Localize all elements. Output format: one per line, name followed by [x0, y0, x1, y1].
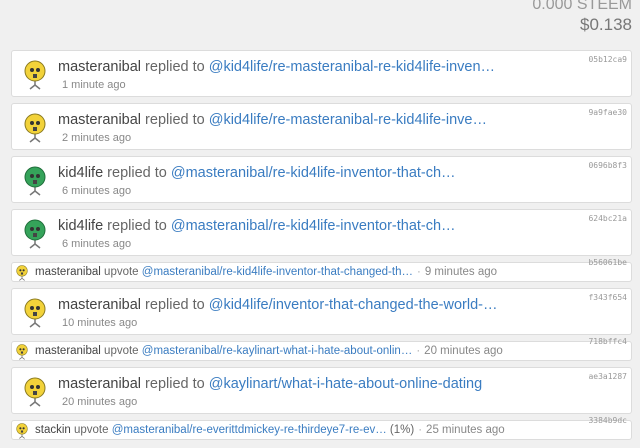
timestamp: 6 minutes ago	[62, 238, 132, 250]
timestamp: 20 minutes ago	[62, 396, 138, 408]
transaction-hash: ae3a1287	[588, 372, 627, 381]
transaction-hash: 624bc21a	[588, 214, 627, 223]
activity-feed: masteranibal replied to @kid4life/re-mas…	[11, 50, 632, 446]
action-text: upvote	[104, 266, 139, 278]
activity-line: kid4life replied to @masteranibal/re-kid…	[58, 218, 456, 234]
reply-card: masteranibal replied to @kid4life/re-mas…	[11, 50, 632, 97]
timestamp: 2 minutes ago	[62, 132, 132, 144]
username-link[interactable]: masteranibal	[58, 59, 141, 75]
username-link[interactable]: masteranibal	[58, 112, 141, 128]
transaction-hash: 718bffc4	[588, 337, 627, 346]
post-link[interactable]: @masteranibal/re-everittdmickey-re-third…	[112, 424, 387, 436]
post-link[interactable]: @masteranibal/re-kid4life-inventor-that-…	[171, 165, 456, 181]
activity-line: stackin upvote @masteranibal/re-everittd…	[35, 424, 505, 436]
vote-card: masteranibal upvote @masteranibal/re-kay…	[11, 337, 632, 361]
yellow-robot-avatar[interactable]	[22, 377, 48, 407]
activity-line: kid4life replied to @masteranibal/re-kid…	[58, 165, 456, 181]
activity-line: masteranibal upvote @masteranibal/re-kid…	[35, 266, 497, 278]
green-robot-avatar[interactable]	[22, 219, 48, 249]
steem-balance: 0.000 STEEM	[532, 0, 632, 13]
transaction-hash: f343f654	[588, 293, 627, 302]
activity-line: masteranibal upvote @masteranibal/re-kay…	[35, 345, 503, 357]
username-link[interactable]: masteranibal	[35, 266, 101, 278]
yellow-robot-avatar[interactable]	[22, 60, 48, 90]
transaction-hash: 0696b8f3	[588, 161, 627, 170]
green-robot-avatar[interactable]	[22, 166, 48, 196]
action-text: replied to	[107, 165, 167, 181]
vote-card: masteranibal upvote @masteranibal/re-kid…	[11, 258, 632, 282]
username-link[interactable]: masteranibal	[35, 345, 101, 357]
activity-line: masteranibal replied to @kaylinart/what-…	[58, 376, 482, 392]
post-link[interactable]: @masteranibal/re-kaylinart-what-i-hate-a…	[142, 345, 413, 357]
timestamp: 6 minutes ago	[62, 185, 132, 197]
reply-card: kid4life replied to @masteranibal/re-kid…	[11, 156, 632, 203]
separator-dot: ·	[418, 424, 423, 436]
yellow-robot-avatar[interactable]	[15, 344, 29, 360]
activity-line: masteranibal replied to @kid4life/invent…	[58, 297, 497, 313]
reply-card: masteranibal replied to @kid4life/re-mas…	[11, 103, 632, 150]
reply-card: kid4life replied to @masteranibal/re-kid…	[11, 209, 632, 256]
post-link[interactable]: @masteranibal/re-kid4life-inventor-that-…	[142, 266, 413, 278]
post-link[interactable]: @kid4life/re-masteranibal-re-kid4life-in…	[209, 59, 495, 75]
separator-dot: ·	[416, 345, 421, 357]
post-link[interactable]: @masteranibal/re-kid4life-inventor-that-…	[171, 218, 456, 234]
activity-line: masteranibal replied to @kid4life/re-mas…	[58, 59, 495, 75]
transaction-hash: 9a9fae30	[588, 108, 627, 117]
vote-weight: (1%)	[389, 424, 415, 436]
transaction-hash: b56061be	[588, 258, 627, 267]
action-text: replied to	[145, 376, 205, 392]
username-link[interactable]: masteranibal	[58, 297, 141, 313]
activity-line: masteranibal replied to @kid4life/re-mas…	[58, 112, 487, 128]
usd-balance: $0.138	[580, 15, 632, 34]
username-link[interactable]: stackin	[35, 424, 71, 436]
separator-dot: ·	[416, 266, 421, 278]
timestamp: 9 minutes ago	[424, 266, 498, 278]
action-text: replied to	[107, 218, 167, 234]
yellow-robot-avatar[interactable]	[15, 423, 29, 439]
timestamp: 20 minutes ago	[424, 345, 503, 357]
vote-card: stackin upvote @masteranibal/re-everittd…	[11, 416, 632, 440]
post-link[interactable]: @kid4life/re-masteranibal-re-kid4life-in…	[209, 112, 487, 128]
timestamp: 25 minutes ago	[426, 424, 505, 436]
reply-card: masteranibal replied to @kid4life/invent…	[11, 288, 632, 335]
action-text: replied to	[145, 297, 205, 313]
yellow-robot-avatar[interactable]	[22, 298, 48, 328]
action-text: upvote	[104, 345, 139, 357]
transaction-hash: 05b12ca9	[588, 55, 627, 64]
wallet-balance: 0.000 STEEM $0.138	[532, 0, 632, 36]
action-text: upvote	[74, 424, 109, 436]
timestamp: 10 minutes ago	[62, 317, 138, 329]
username-link[interactable]: kid4life	[58, 165, 103, 181]
post-link[interactable]: @kaylinart/what-i-hate-about-online-dati…	[209, 376, 482, 392]
username-link[interactable]: kid4life	[58, 218, 103, 234]
username-link[interactable]: masteranibal	[58, 376, 141, 392]
post-link[interactable]: @kid4life/inventor-that-changed-the-worl…	[209, 297, 498, 313]
yellow-robot-avatar[interactable]	[22, 113, 48, 143]
timestamp: 1 minute ago	[62, 79, 126, 91]
action-text: replied to	[145, 112, 205, 128]
action-text: replied to	[145, 59, 205, 75]
transaction-hash: 3384b9dc	[588, 416, 627, 425]
yellow-robot-avatar[interactable]	[15, 265, 29, 281]
reply-card: masteranibal replied to @kaylinart/what-…	[11, 367, 632, 414]
